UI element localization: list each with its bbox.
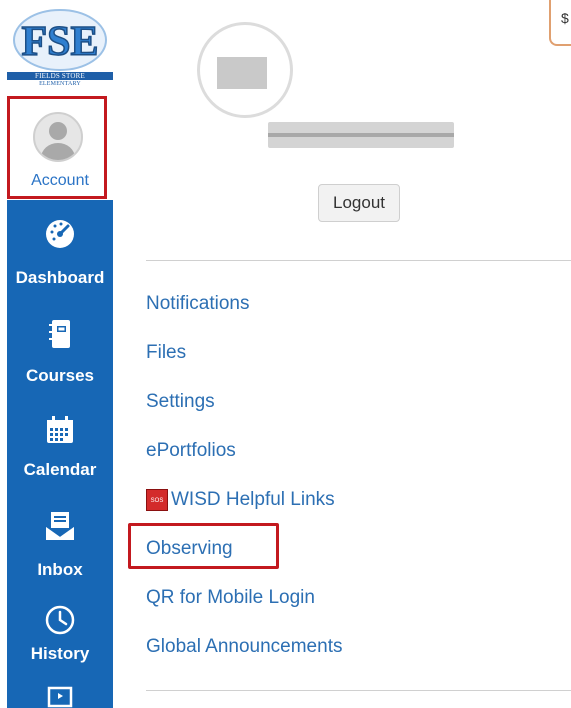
nav-inbox[interactable]: Inbox <box>7 510 113 588</box>
logout-button[interactable]: Logout <box>318 184 400 222</box>
menu-notifications[interactable]: Notifications <box>146 293 250 315</box>
tray-close-tab[interactable]: $ <box>549 0 571 46</box>
logo-subtitle-line1: FIELDS STORE <box>7 72 113 80</box>
nav-courses[interactable]: Courses <box>7 318 113 392</box>
school-logo[interactable]: FSE FIELDS STORE ELEMENTARY <box>7 0 113 94</box>
clock-history-icon <box>45 605 75 635</box>
top-divider <box>146 260 571 261</box>
menu-eportfolios[interactable]: ePortfolios <box>146 440 236 462</box>
svg-text:FSE: FSE <box>21 19 98 65</box>
nav-calendar[interactable]: Calendar <box>7 414 113 488</box>
menu-settings[interactable]: Settings <box>146 391 215 413</box>
tab-glyph: $ <box>561 10 569 26</box>
nav-inbox-label: Inbox <box>37 560 83 579</box>
bottom-divider <box>146 690 571 691</box>
inbox-icon <box>45 512 75 540</box>
menu-files[interactable]: Files <box>146 342 186 364</box>
menu-wisd-links-label: WISD Helpful Links <box>171 489 335 510</box>
nav-calendar-label: Calendar <box>23 460 97 479</box>
nav-history-label: History <box>30 644 90 663</box>
courses-book-icon <box>49 320 70 348</box>
monitor-icon <box>47 686 73 708</box>
menu-wisd-links[interactable]: SOS WISD Helpful Links <box>146 489 335 511</box>
menu-global-announcements[interactable]: Global Announcements <box>146 636 342 658</box>
nav-history[interactable]: History <box>7 604 113 674</box>
nav-dashboard-label: Dashboard <box>15 268 105 287</box>
dashboard-gauge-icon <box>46 220 74 248</box>
sos-badge-icon: SOS <box>146 489 168 511</box>
nav-partial-item[interactable] <box>7 686 113 708</box>
observing-highlight-box <box>128 523 279 569</box>
account-highlight-box <box>7 96 107 199</box>
nav-courses-label: Courses <box>25 366 95 385</box>
logo-subtitle-line2: ELEMENTARY <box>7 80 113 88</box>
user-name-redacted <box>268 122 454 148</box>
calendar-icon <box>47 416 73 443</box>
profile-picture[interactable] <box>197 22 293 118</box>
menu-qr-login[interactable]: QR for Mobile Login <box>146 587 315 609</box>
nav-dashboard[interactable]: Dashboard <box>7 218 113 298</box>
profile-picture-redacted <box>217 57 267 89</box>
